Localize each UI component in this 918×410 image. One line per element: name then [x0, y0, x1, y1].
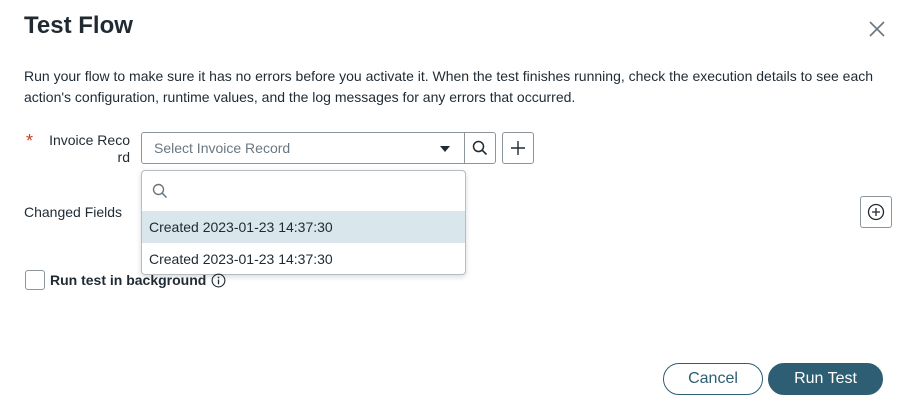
required-marker: * — [26, 131, 34, 151]
invoice-record-label-text: Invoice Reco rd — [49, 132, 130, 165]
invoice-record-placeholder: Select Invoice Record — [154, 140, 291, 156]
invoice-record-select[interactable]: Select Invoice Record — [141, 132, 465, 164]
dialog-title: Test Flow — [24, 12, 133, 39]
search-icon — [152, 183, 168, 199]
run-in-background-label: Run test in background — [50, 272, 207, 288]
cancel-button[interactable]: Cancel — [663, 363, 763, 395]
close-button[interactable] — [864, 16, 890, 42]
add-changed-field-button[interactable] — [860, 196, 892, 228]
run-in-background-checkbox[interactable] — [25, 270, 45, 290]
invoice-record-label: Invoice Reco rd — [40, 132, 130, 166]
caret-down-icon — [440, 146, 450, 152]
invoice-record-dropdown: Created 2023-01-23 14:37:30 Created 2023… — [141, 170, 466, 275]
close-icon — [869, 21, 885, 37]
plus-icon — [511, 141, 525, 155]
search-icon — [472, 140, 488, 156]
dropdown-option[interactable]: Created 2023-01-23 14:37:30 — [142, 243, 465, 274]
dropdown-search-input[interactable] — [174, 178, 454, 204]
dropdown-option[interactable]: Created 2023-01-23 14:37:30 — [142, 211, 465, 243]
search-button[interactable] — [464, 132, 496, 164]
info-icon[interactable] — [211, 273, 226, 288]
run-test-button[interactable]: Run Test — [768, 363, 883, 395]
add-circle-icon — [867, 203, 885, 221]
dialog-description: Run your flow to make sure it has no err… — [24, 68, 874, 105]
add-record-button[interactable] — [502, 132, 534, 164]
dropdown-search — [142, 171, 465, 211]
changed-fields-label: Changed Fields — [24, 204, 123, 220]
